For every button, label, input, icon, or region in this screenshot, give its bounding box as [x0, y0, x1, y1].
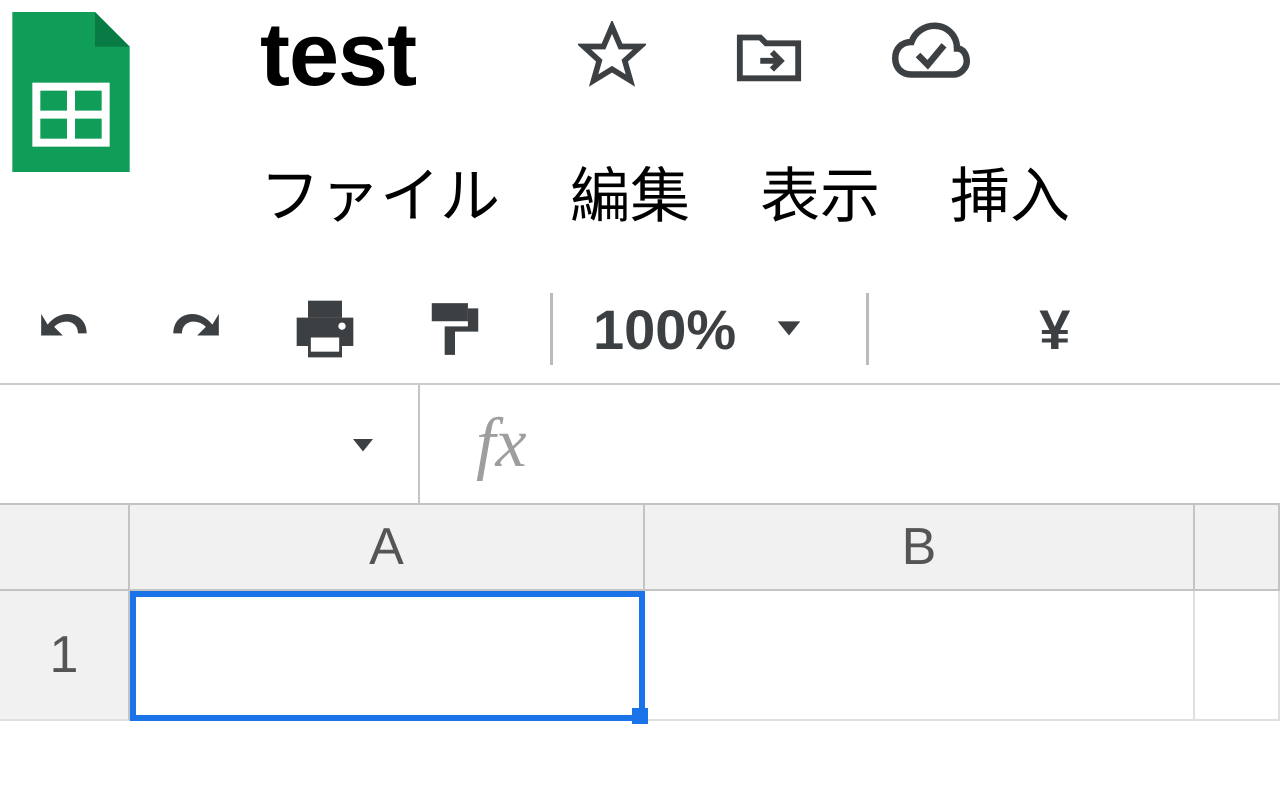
chevron-down-icon [348, 429, 378, 459]
currency-format-button[interactable]: ¥ [1039, 297, 1070, 362]
toolbar-separator [550, 293, 553, 365]
spreadsheet-grid: A B 1 [0, 505, 1280, 721]
formula-bar: fx [0, 385, 1280, 505]
title-row [260, 10, 1070, 100]
column-header-a[interactable]: A [130, 505, 645, 589]
paint-format-button[interactable] [410, 299, 500, 359]
sheets-logo-icon[interactable] [12, 12, 130, 172]
column-header-c[interactable] [1195, 505, 1280, 589]
menu-file[interactable]: ファイル [260, 148, 500, 235]
zoom-dropdown[interactable]: 100% [593, 297, 806, 362]
chevron-down-icon [772, 310, 806, 349]
select-all-corner[interactable] [0, 505, 130, 589]
move-folder-icon[interactable] [734, 20, 804, 90]
fx-label: fx [476, 404, 527, 484]
cell-c1[interactable] [1195, 591, 1280, 721]
cloud-check-icon[interactable] [892, 16, 970, 94]
menu-bar: ファイル 編集 表示 挿入 [260, 148, 1070, 235]
menu-insert[interactable]: 挿入 [950, 148, 1070, 235]
name-box-dropdown[interactable] [0, 385, 420, 503]
redo-button[interactable] [150, 299, 240, 359]
toolbar: 100% ¥ [0, 275, 1280, 385]
column-header-b[interactable]: B [645, 505, 1195, 589]
menu-view[interactable]: 表示 [760, 148, 880, 235]
column-headers: A B [0, 505, 1280, 591]
header: ファイル 編集 表示 挿入 [0, 0, 1280, 235]
print-button[interactable] [280, 299, 370, 359]
document-title-input[interactable] [260, 4, 490, 107]
star-icon[interactable] [578, 21, 646, 89]
undo-button[interactable] [20, 299, 110, 359]
menu-edit[interactable]: 編集 [570, 148, 690, 235]
formula-input[interactable] [527, 415, 1280, 473]
table-row: 1 [0, 591, 1280, 721]
cell-a1[interactable] [130, 591, 645, 721]
zoom-value: 100% [593, 297, 736, 362]
toolbar-separator [866, 293, 869, 365]
cell-b1[interactable] [645, 591, 1195, 721]
row-header-1[interactable]: 1 [0, 591, 130, 721]
